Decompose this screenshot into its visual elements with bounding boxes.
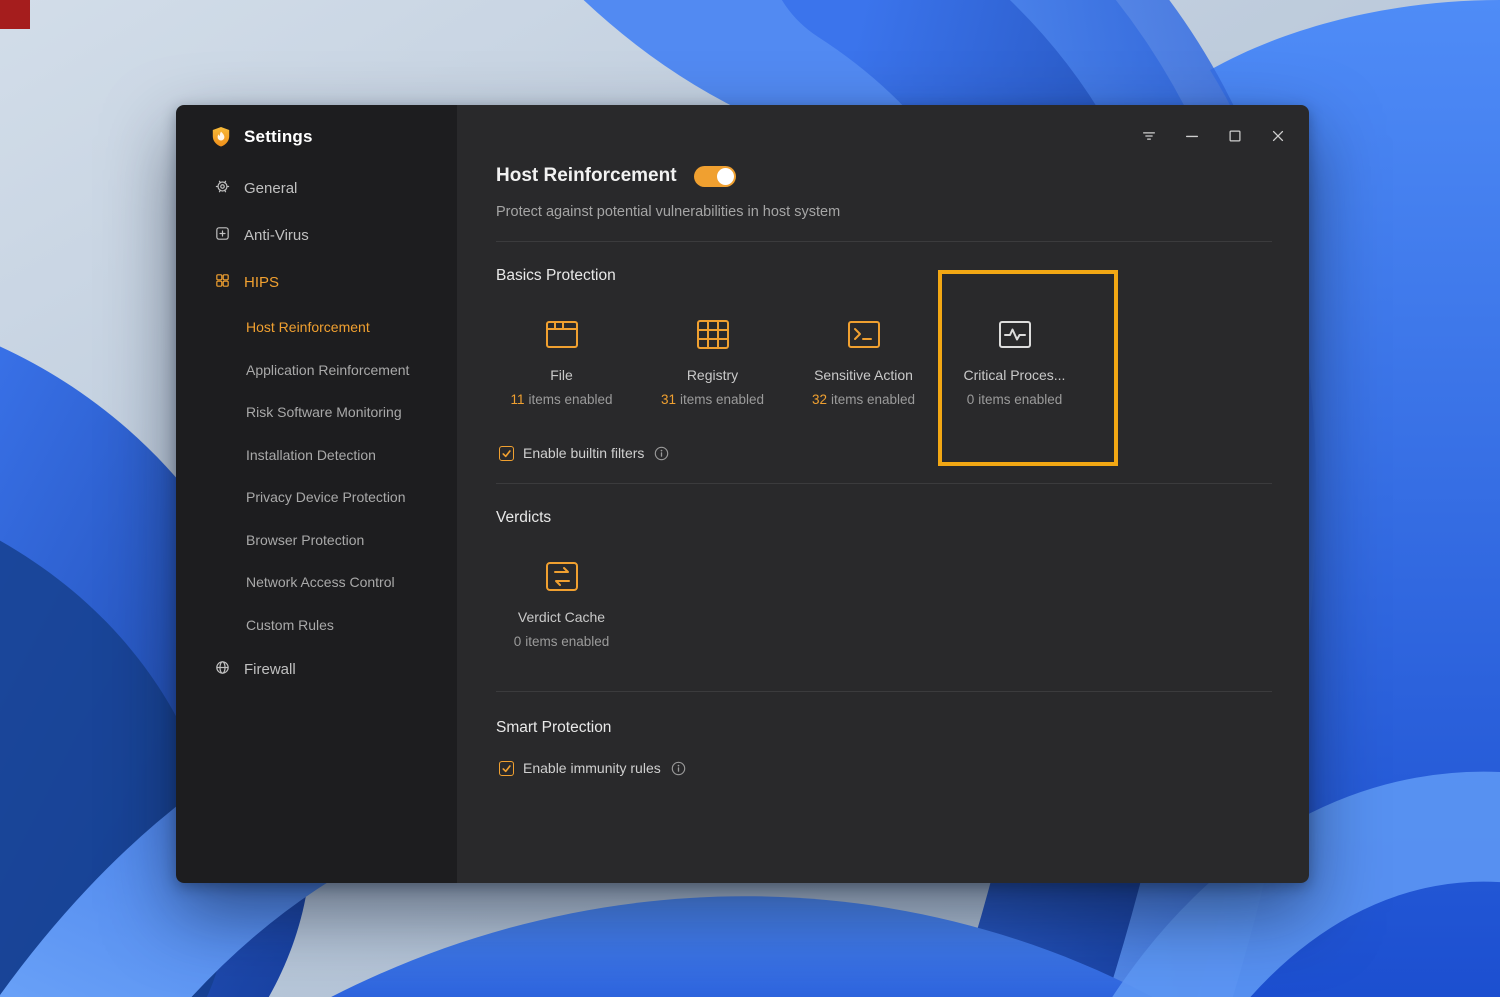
checkbox-label: Enable builtin filters bbox=[523, 445, 645, 461]
globe-icon bbox=[214, 659, 231, 680]
protection-card-critical-process[interactable]: Critical Proces... 0 items enabled bbox=[939, 312, 1090, 409]
grid-icon bbox=[214, 272, 231, 293]
titlebar-controls bbox=[1140, 127, 1287, 145]
minimize-button[interactable] bbox=[1183, 127, 1201, 145]
builtin-filters-row: Enable builtin filters bbox=[499, 445, 1272, 461]
card-label: Critical Proces... bbox=[963, 367, 1066, 383]
immunity-rules-row: Enable immunity rules bbox=[499, 760, 1272, 776]
immunity-rules-checkbox[interactable] bbox=[499, 760, 514, 776]
sidebar-subitem-privacy-device-protection[interactable]: Privacy Device Protection bbox=[176, 476, 457, 519]
sidebar-item-anti-virus[interactable]: Anti-Virus bbox=[176, 212, 457, 259]
sidebar: Settings General Anti-Virus HIPS Host Re… bbox=[176, 105, 457, 883]
app-title: Settings bbox=[244, 127, 313, 146]
page-subtitle: Protect against potential vulnerabilitie… bbox=[496, 204, 841, 220]
card-label: Verdict Cache bbox=[517, 609, 606, 625]
swap-arrows-icon bbox=[540, 554, 584, 598]
card-count: 32 items enabled bbox=[812, 390, 915, 409]
section-title-smart-protection: Smart Protection bbox=[496, 719, 612, 736]
sidebar-item-label: Anti-Virus bbox=[244, 227, 309, 244]
card-label: Sensitive Action bbox=[814, 367, 913, 383]
info-icon[interactable] bbox=[671, 761, 686, 776]
toggle-knob bbox=[716, 167, 734, 185]
card-label: File bbox=[550, 367, 573, 383]
count-suffix: items enabled bbox=[830, 392, 916, 407]
count-number: 11 bbox=[510, 392, 525, 407]
count-suffix: items enabled bbox=[679, 392, 765, 407]
settings-content: Host Reinforcement Protect against poten… bbox=[457, 105, 1272, 776]
card-count: 0 items enabled bbox=[967, 390, 1063, 409]
section-title-verdicts: Verdicts bbox=[496, 509, 552, 526]
hips-subnav: Host Reinforcement Application Reinforce… bbox=[176, 306, 457, 646]
sidebar-subitem-custom-rules[interactable]: Custom Rules bbox=[176, 604, 457, 647]
gear-icon bbox=[214, 178, 231, 199]
card-count: 0 items enabled bbox=[514, 632, 610, 651]
count-suffix: items enabled bbox=[978, 392, 1063, 407]
protection-card-registry[interactable]: Registry 31 items enabled bbox=[637, 312, 788, 409]
settings-window: Settings General Anti-Virus HIPS Host Re… bbox=[176, 105, 1309, 883]
sidebar-subitem-network-access-control[interactable]: Network Access Control bbox=[176, 561, 457, 604]
basics-cards: File 11 items enabled Registry 31 items … bbox=[486, 312, 1272, 409]
sidebar-subitem-installation-detection[interactable]: Installation Detection bbox=[176, 434, 457, 477]
card-count: 31 items enabled bbox=[661, 390, 764, 409]
table-grid-icon bbox=[691, 312, 735, 356]
protection-card-sensitive-action[interactable]: Sensitive Action 32 items enabled bbox=[788, 312, 939, 409]
protection-card-file[interactable]: File 11 items enabled bbox=[486, 312, 637, 409]
card-count: 11 items enabled bbox=[510, 390, 612, 409]
page-header: Host Reinforcement bbox=[496, 163, 1272, 189]
card-label: Registry bbox=[686, 367, 739, 383]
close-button[interactable] bbox=[1269, 127, 1287, 145]
builtin-filters-checkbox[interactable] bbox=[499, 445, 514, 461]
divider bbox=[496, 483, 1272, 484]
verdict-cache-card[interactable]: Verdict Cache 0 items enabled bbox=[486, 554, 637, 651]
count-suffix: items enabled bbox=[528, 392, 613, 407]
divider bbox=[496, 241, 1272, 242]
sidebar-subitem-application-reinforcement[interactable]: Application Reinforcement bbox=[176, 349, 457, 392]
verdicts-cards: Verdict Cache 0 items enabled bbox=[486, 554, 1272, 651]
checkbox-label: Enable immunity rules bbox=[523, 760, 661, 776]
sidebar-item-firewall[interactable]: Firewall bbox=[176, 646, 457, 693]
sidebar-item-label: General bbox=[244, 180, 298, 197]
count-number: 0 bbox=[966, 392, 975, 407]
file-window-icon bbox=[540, 312, 584, 356]
sidebar-item-general[interactable]: General bbox=[176, 165, 457, 212]
app-logo-row: Settings bbox=[176, 105, 457, 165]
desktop: Settings General Anti-Virus HIPS Host Re… bbox=[0, 0, 1500, 997]
host-reinforcement-toggle[interactable] bbox=[693, 165, 736, 187]
page-title: Host Reinforcement bbox=[496, 165, 677, 186]
shield-flame-icon bbox=[209, 125, 233, 149]
plus-square-icon bbox=[214, 225, 231, 246]
sidebar-item-hips[interactable]: HIPS bbox=[176, 259, 457, 306]
section-title-basics: Basics Protection bbox=[496, 267, 616, 284]
sidebar-item-label: HIPS bbox=[244, 274, 280, 291]
count-suffix: items enabled bbox=[525, 634, 610, 649]
sidebar-nav: General Anti-Virus HIPS Host Reinforceme… bbox=[176, 165, 457, 693]
sidebar-subitem-risk-software-monitoring[interactable]: Risk Software Monitoring bbox=[176, 391, 457, 434]
desktop-red-artifact bbox=[0, 0, 30, 29]
divider bbox=[496, 691, 1272, 692]
maximize-button[interactable] bbox=[1226, 127, 1244, 145]
sidebar-subitem-host-reinforcement[interactable]: Host Reinforcement bbox=[176, 306, 457, 349]
main-panel: Host Reinforcement Protect against poten… bbox=[457, 105, 1309, 883]
count-number: 31 bbox=[660, 392, 676, 407]
filter-icon[interactable] bbox=[1140, 127, 1158, 145]
sidebar-item-label: Firewall bbox=[244, 661, 296, 678]
sidebar-subitem-browser-protection[interactable]: Browser Protection bbox=[176, 519, 457, 562]
info-icon[interactable] bbox=[654, 446, 669, 461]
terminal-icon bbox=[842, 312, 886, 356]
count-number: 32 bbox=[811, 392, 827, 407]
process-pulse-icon bbox=[993, 312, 1037, 356]
count-number: 0 bbox=[513, 634, 522, 649]
